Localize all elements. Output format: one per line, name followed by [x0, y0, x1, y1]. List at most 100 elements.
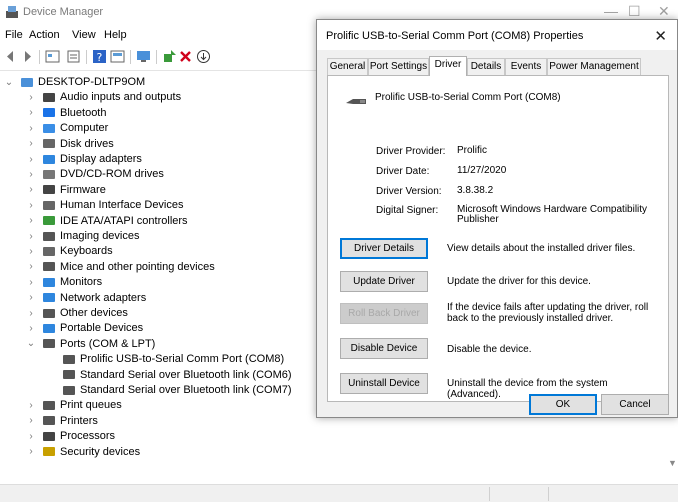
chevron-right-icon[interactable]: ›	[26, 231, 36, 242]
tree-item[interactable]: ⌄ Ports (COM & LPT)	[26, 336, 156, 352]
tab-power-management[interactable]: Power Management	[547, 58, 641, 75]
tree-item[interactable]: › IDE ATA/ATAPI controllers	[26, 213, 187, 229]
driver-date-value: 11/27/2020	[457, 165, 507, 176]
chevron-right-icon[interactable]: ›	[26, 261, 36, 272]
properties-dialog: Prolific USB-to-Serial Comm Port (COM8) …	[316, 19, 678, 418]
update-driver-icon[interactable]	[162, 49, 177, 64]
chevron-right-icon[interactable]: ›	[26, 431, 36, 442]
chevron-right-icon[interactable]: ›	[26, 92, 36, 103]
tree-item-label: Human Interface Devices	[60, 199, 184, 212]
properties-view-icon[interactable]	[45, 49, 60, 64]
tree-item[interactable]: › Other devices	[26, 305, 128, 321]
menu-action[interactable]: Action	[29, 29, 60, 41]
help-icon[interactable]: ?	[92, 49, 107, 64]
tree-item[interactable]: › Audio inputs and outputs	[26, 89, 181, 105]
display-adapter-icon	[43, 154, 55, 164]
maximize-button[interactable]: ☐	[628, 3, 641, 20]
tab-details[interactable]: Details	[467, 58, 505, 75]
driver-details-button[interactable]: Driver Details	[340, 238, 428, 259]
chevron-right-icon[interactable]: ›	[26, 138, 36, 149]
com-port-icon	[63, 354, 75, 364]
back-arrow-icon[interactable]	[3, 49, 18, 64]
close-button[interactable]: ✕	[658, 3, 670, 20]
chevron-right-icon[interactable]: ›	[26, 446, 36, 457]
ok-button[interactable]: OK	[529, 394, 597, 415]
disable-device-button[interactable]: Disable Device	[340, 338, 428, 359]
disk-drive-icon	[43, 139, 55, 149]
chevron-right-icon[interactable]: ›	[26, 400, 36, 411]
dialog-close-button[interactable]: ✕	[654, 27, 667, 45]
tree-item[interactable]: › Print queues	[26, 397, 121, 413]
tree-child-item[interactable]: Standard Serial over Bluetooth link (COM…	[46, 382, 292, 398]
tree-child-item[interactable]: Prolific USB-to-Serial Comm Port (COM8)	[46, 351, 284, 367]
chevron-right-icon[interactable]: ›	[26, 323, 36, 334]
chevron-right-icon[interactable]: ›	[26, 308, 36, 319]
tree-item[interactable]: › Bluetooth	[26, 105, 106, 121]
tree-item[interactable]: › Printers	[26, 413, 98, 429]
update-driver-button[interactable]: Update Driver	[340, 271, 428, 292]
tree-item[interactable]: › Keyboards	[26, 243, 113, 259]
tree-item[interactable]: › Monitors	[26, 274, 102, 290]
tab-general[interactable]: General	[327, 58, 368, 75]
tree-item-label: Keyboards	[60, 245, 113, 258]
tree-item[interactable]: › Computer	[26, 120, 108, 136]
ide-controller-icon	[43, 216, 55, 226]
tree-item[interactable]: › Network adapters	[26, 290, 146, 306]
tree-item[interactable]: › Processors	[26, 428, 115, 444]
tab-driver[interactable]: Driver	[429, 56, 467, 76]
tree-item[interactable]: › Mice and other pointing devices	[26, 259, 214, 275]
menu-help[interactable]: Help	[104, 29, 127, 41]
tree-item[interactable]: › Display adapters	[26, 151, 142, 167]
tree-item[interactable]: › Disk drives	[26, 136, 113, 152]
resources-icon[interactable]	[110, 49, 125, 64]
driver-details-description: View details about the installed driver …	[447, 243, 636, 254]
chevron-right-icon[interactable]: ›	[26, 415, 36, 426]
uninstall-x-icon[interactable]	[178, 49, 193, 64]
minimize-button[interactable]: —	[604, 3, 618, 19]
tree-root[interactable]: ⌄ DESKTOP-DLTP9OM	[4, 74, 145, 90]
chevron-right-icon[interactable]: ›	[26, 123, 36, 134]
menu-file[interactable]: File	[5, 29, 23, 41]
network-adapter-icon	[43, 293, 55, 303]
chevron-down-icon[interactable]: ⌄	[4, 77, 14, 88]
tree-item[interactable]: › Human Interface Devices	[26, 197, 184, 213]
forward-arrow-icon[interactable]	[20, 49, 35, 64]
chevron-right-icon[interactable]: ›	[26, 292, 36, 303]
tree-item[interactable]: › Imaging devices	[26, 228, 140, 244]
camera-icon	[43, 231, 55, 241]
tree-item-label: Imaging devices	[60, 230, 140, 242]
enable-device-icon[interactable]	[196, 49, 211, 64]
tree-item[interactable]: › Portable Devices	[26, 320, 143, 336]
tree-item[interactable]: › Security devices	[26, 444, 140, 460]
svg-text:?: ?	[97, 51, 103, 64]
chevron-right-icon[interactable]: ›	[26, 246, 36, 257]
tree-item[interactable]: › Firmware	[26, 182, 106, 198]
keyboard-icon	[43, 246, 55, 256]
tree-item-label: Portable Devices	[60, 322, 144, 335]
chevron-down-icon[interactable]: ⌄	[26, 338, 36, 349]
status-bar	[0, 484, 678, 502]
uninstall-device-button[interactable]: Uninstall Device	[340, 373, 428, 394]
chevron-right-icon[interactable]: ›	[26, 277, 36, 288]
tree-item-label: Monitors	[60, 276, 103, 289]
cancel-button[interactable]: Cancel	[601, 394, 669, 415]
chevron-right-icon[interactable]: ›	[26, 107, 36, 118]
menu-view[interactable]: View	[72, 29, 96, 41]
tree-item-label: Printers	[60, 414, 98, 427]
tab-events[interactable]: Events	[505, 58, 547, 75]
tree-item-label: Audio inputs and outputs	[60, 91, 182, 104]
disable-device-description: Disable the device.	[447, 344, 532, 355]
tree-child-item[interactable]: Standard Serial over Bluetooth link (COM…	[46, 367, 292, 383]
roll-back-driver-button[interactable]: Roll Back Driver	[340, 303, 428, 324]
chevron-right-icon[interactable]: ›	[26, 200, 36, 211]
chevron-right-icon[interactable]: ›	[26, 154, 36, 165]
show-hidden-icon[interactable]	[66, 49, 81, 64]
chevron-right-icon[interactable]: ›	[26, 169, 36, 180]
scroll-down-arrow-icon[interactable]: ▼	[668, 458, 677, 468]
tree-item-label: Network adapters	[60, 291, 147, 304]
tab-port-settings[interactable]: Port Settings	[368, 58, 429, 75]
scan-hardware-icon[interactable]	[136, 49, 151, 64]
tree-item[interactable]: › DVD/CD-ROM drives	[26, 166, 164, 182]
chevron-right-icon[interactable]: ›	[26, 184, 36, 195]
chevron-right-icon[interactable]: ›	[26, 215, 36, 226]
